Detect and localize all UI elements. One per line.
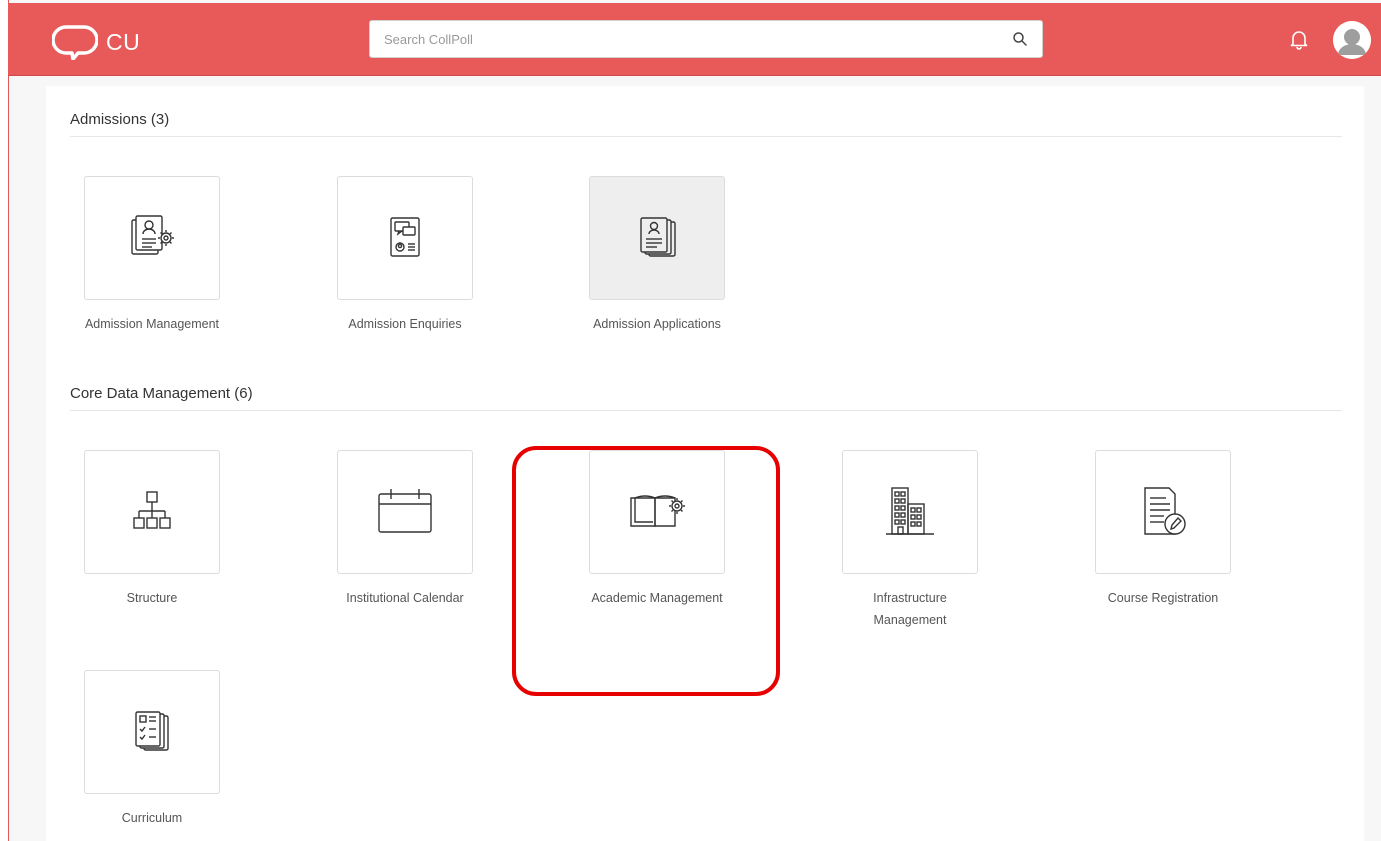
tile-label: Structure	[126, 591, 178, 605]
course-registration-icon	[1144, 487, 1186, 535]
tile-label: Infrastructure Management	[873, 591, 947, 627]
section-divider	[70, 410, 1342, 411]
building-icon	[886, 487, 934, 535]
admission-applications-icon	[640, 217, 676, 257]
tile-box[interactable]	[1095, 450, 1231, 574]
logo[interactable]: CU	[52, 22, 172, 62]
tile-label: Admission Management	[84, 317, 220, 331]
tile-box[interactable]	[84, 176, 220, 300]
tile-box[interactable]	[337, 450, 473, 574]
calendar-icon	[378, 489, 432, 533]
admission-management-icon	[131, 215, 174, 255]
tile-box[interactable]	[589, 176, 725, 300]
tile-box[interactable]	[842, 450, 978, 574]
top-bar: CU	[8, 3, 1381, 76]
tile-admission-enquiries[interactable]: Admission Enquiries	[315, 176, 495, 335]
tile-institutional-calendar[interactable]: Institutional Calendar	[315, 450, 495, 609]
collpoll-logo-icon	[52, 25, 98, 60]
search-bar	[369, 20, 1043, 58]
tile-curriculum[interactable]: Curriculum	[62, 670, 242, 829]
tile-structure[interactable]: Structure	[62, 450, 242, 609]
tile-admission-applications[interactable]: Admission Applications	[567, 176, 747, 335]
tile-box[interactable]	[337, 176, 473, 300]
curriculum-icon	[135, 711, 169, 751]
tile-label: Curriculum	[121, 811, 183, 825]
avatar-icon	[1333, 21, 1371, 59]
highlight-annotation	[512, 446, 780, 696]
section-title-core-data-management: Core Data Management (6)	[70, 385, 253, 402]
tile-box[interactable]	[84, 450, 220, 574]
section-title-admissions: Admissions (3)	[70, 111, 170, 128]
logo-text: CU	[106, 28, 141, 55]
section-divider	[70, 136, 1342, 137]
tile-label: Institutional Calendar	[346, 591, 464, 605]
user-avatar[interactable]	[1333, 21, 1371, 59]
tile-course-registration[interactable]: Course Registration	[1073, 450, 1253, 609]
tile-label: Course Registration	[1107, 591, 1219, 605]
structure-icon	[133, 491, 171, 529]
tile-infrastructure-management[interactable]: Infrastructure Management	[820, 450, 1000, 631]
tile-box[interactable]	[84, 670, 220, 794]
admission-enquiries-icon	[390, 217, 420, 257]
notification-bell-icon[interactable]	[1287, 27, 1311, 51]
search-icon[interactable]	[1012, 31, 1028, 47]
tile-label: Admission Enquiries	[348, 317, 462, 331]
tile-admission-management[interactable]: Admission Management	[62, 176, 242, 335]
search-input[interactable]	[370, 21, 970, 57]
tile-label: Admission Applications	[593, 317, 721, 331]
